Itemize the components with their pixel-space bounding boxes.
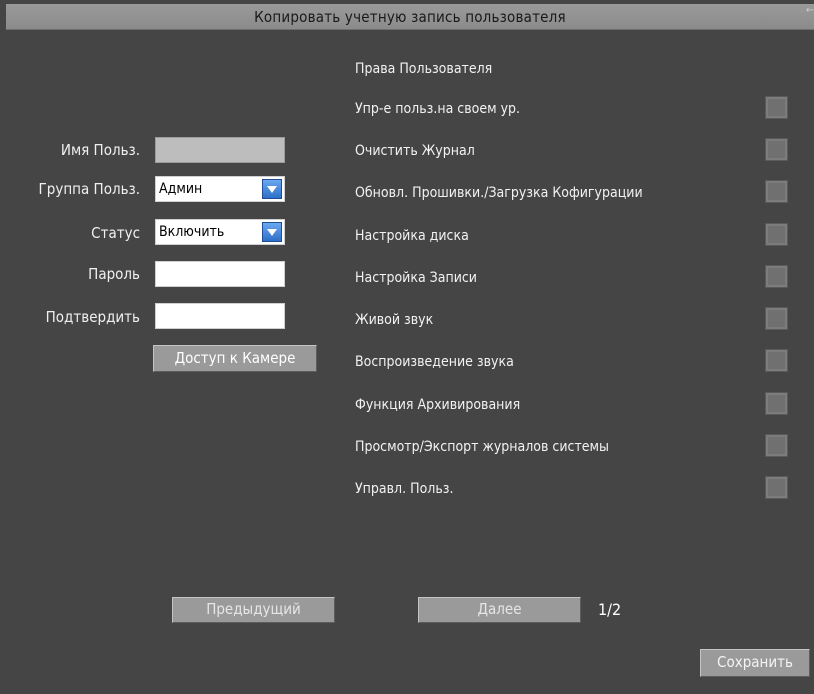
permission-checkbox[interactable]	[765, 180, 788, 203]
page-indicator: 1/2	[598, 600, 622, 619]
permission-label: Обновл. Прошивки./Загрузка Кофигурации	[355, 185, 643, 201]
previous-button[interactable]: Предыдущий	[172, 597, 335, 623]
permission-checkbox[interactable]	[765, 96, 788, 119]
group-label: Группа Польз.	[38, 180, 140, 198]
copy-user-dialog: Копировать учетную запись пользователя ←…	[0, 0, 814, 694]
dropdown-arrow-icon[interactable]	[262, 179, 282, 199]
next-button[interactable]: Далее	[418, 597, 581, 623]
password-label: Пароль	[88, 265, 140, 283]
username-field	[155, 137, 285, 163]
permission-checkbox[interactable]	[765, 138, 788, 161]
confirm-password-field[interactable]	[155, 303, 285, 329]
permission-checkbox[interactable]	[765, 349, 788, 372]
permission-label: Очистить Журнал	[355, 143, 475, 159]
dialog-title: Копировать учетную запись пользователя	[254, 8, 566, 26]
save-button[interactable]: Сохранить	[700, 649, 810, 677]
permission-label: Управл. Польз.	[355, 481, 454, 497]
permission-checkbox[interactable]	[765, 434, 788, 457]
permission-label: Функция Архивирования	[355, 397, 521, 413]
username-label: Имя Польз.	[60, 141, 140, 159]
title-bar: Копировать учетную запись пользователя ←	[6, 4, 814, 30]
status-select-value: Включить	[159, 224, 225, 240]
permission-label: Настройка Записи	[355, 270, 477, 286]
permission-checkbox[interactable]	[765, 392, 788, 415]
permission-label: Просмотр/Экспорт журналов системы	[355, 439, 609, 455]
status-label: Статус	[91, 224, 140, 242]
password-field[interactable]	[155, 261, 285, 287]
group-select[interactable]: Админ	[155, 176, 285, 202]
permission-checkbox[interactable]	[765, 265, 788, 288]
confirm-label: Подтвердить	[45, 308, 140, 326]
permission-checkbox[interactable]	[765, 476, 788, 499]
permission-label: Настройка диска	[355, 228, 469, 244]
permissions-header: Права Пользователя	[355, 61, 493, 77]
camera-access-button[interactable]: Доступ к Камере	[153, 345, 317, 372]
group-select-value: Админ	[159, 181, 203, 197]
permission-label: Живой звук	[355, 312, 434, 328]
permission-checkbox[interactable]	[765, 307, 788, 330]
permission-checkbox[interactable]	[765, 223, 788, 246]
status-select[interactable]: Включить	[155, 219, 285, 245]
permission-label: Упр-е польз.на своем ур.	[355, 101, 521, 117]
permission-label: Воспроизведение звука	[355, 354, 514, 370]
corner-arrow-icon: ←	[806, 5, 814, 16]
dropdown-arrow-icon[interactable]	[262, 222, 282, 242]
